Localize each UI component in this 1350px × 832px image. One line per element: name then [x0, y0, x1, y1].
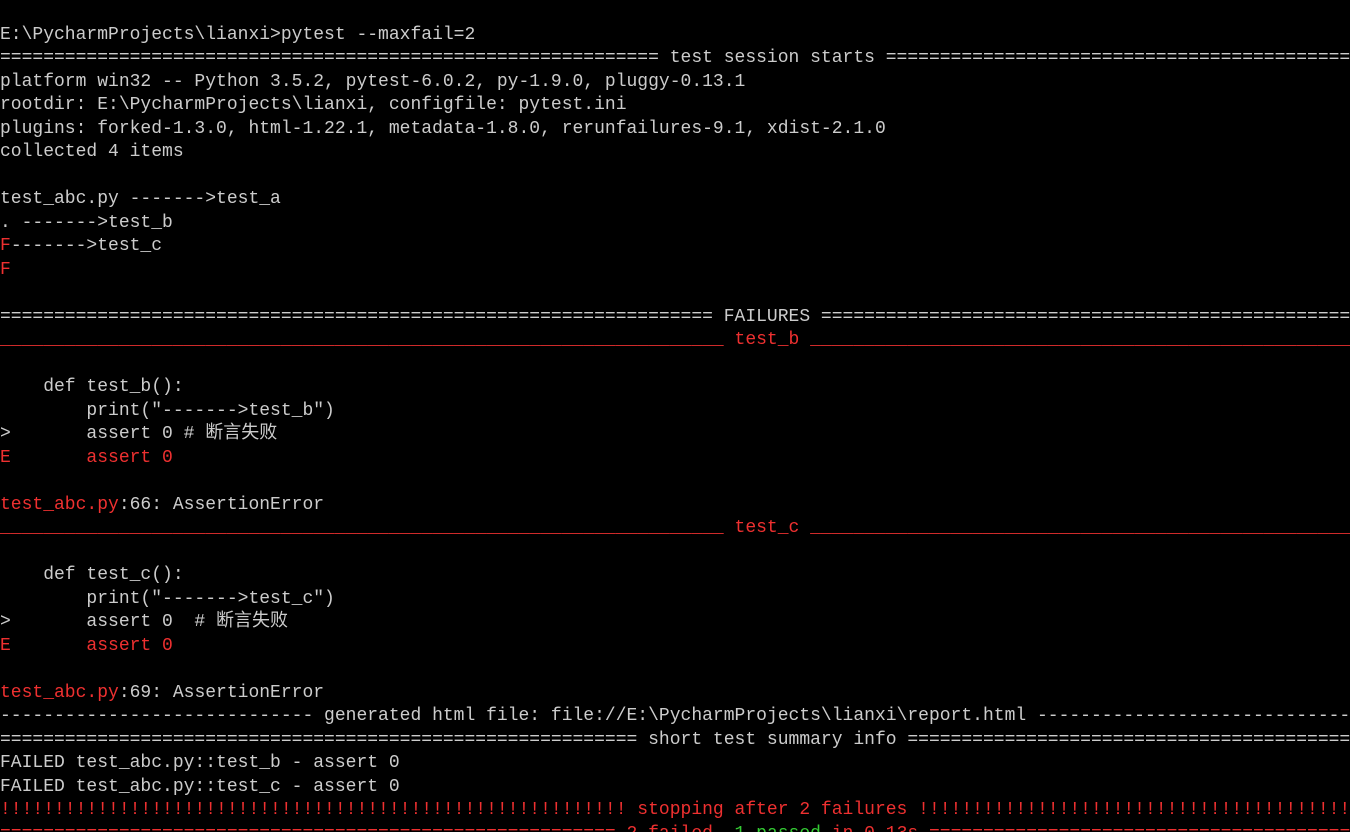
tb-c-error: E assert 0: [0, 636, 173, 656]
stopping-line: !!!!!!!!!!!!!!!!!!!!!!!!!!!!!!!!!!!!!!!!…: [0, 800, 1350, 820]
summary-rule: ========================================…: [0, 730, 1350, 750]
tb-b-error: E assert 0: [0, 448, 173, 468]
platform-line: platform win32 -- Python 3.5.2, pytest-6…: [0, 72, 745, 92]
progress-test-a: test_abc.py ------->test_a: [0, 189, 281, 209]
failure-header-b: ________________________________________…: [0, 330, 1350, 350]
tb-c-line2: print("------->test_c"): [0, 589, 335, 609]
progress-test-c: F------->test_c: [0, 236, 162, 256]
tb-c-line1: def test_c():: [0, 565, 184, 585]
failure-header-c: ________________________________________…: [0, 518, 1350, 538]
rootdir-line: rootdir: E:\PycharmProjects\lianxi, conf…: [0, 95, 627, 115]
progress-test-b: . ------->test_b: [0, 213, 173, 233]
html-report-line: ----------------------------- generated …: [0, 706, 1350, 726]
tb-b-line2: print("------->test_b"): [0, 401, 335, 421]
collected-line: collected 4 items: [0, 142, 184, 162]
terminal-output: E:\PycharmProjects\lianxi>pytest --maxfa…: [0, 0, 1350, 832]
prompt-line: E:\PycharmProjects\lianxi>pytest --maxfa…: [0, 25, 475, 45]
tb-b-location: test_abc.py:66: AssertionError: [0, 495, 324, 515]
tb-b-line3: > assert 0 # 断言失败: [0, 424, 277, 444]
final-result-line: ========================================…: [0, 824, 1350, 832]
session-rule: ========================================…: [0, 48, 1350, 68]
failures-rule: ========================================…: [0, 307, 1350, 327]
progress-test-d: F: [0, 260, 11, 280]
tb-c-location: test_abc.py:69: AssertionError: [0, 683, 324, 703]
tb-c-line3: > assert 0 # 断言失败: [0, 612, 288, 632]
plugins-line: plugins: forked-1.3.0, html-1.22.1, meta…: [0, 119, 886, 139]
failed-summary-b: FAILED test_abc.py::test_b - assert 0: [0, 753, 400, 773]
failed-summary-c: FAILED test_abc.py::test_c - assert 0: [0, 777, 400, 797]
tb-b-line1: def test_b():: [0, 377, 184, 397]
